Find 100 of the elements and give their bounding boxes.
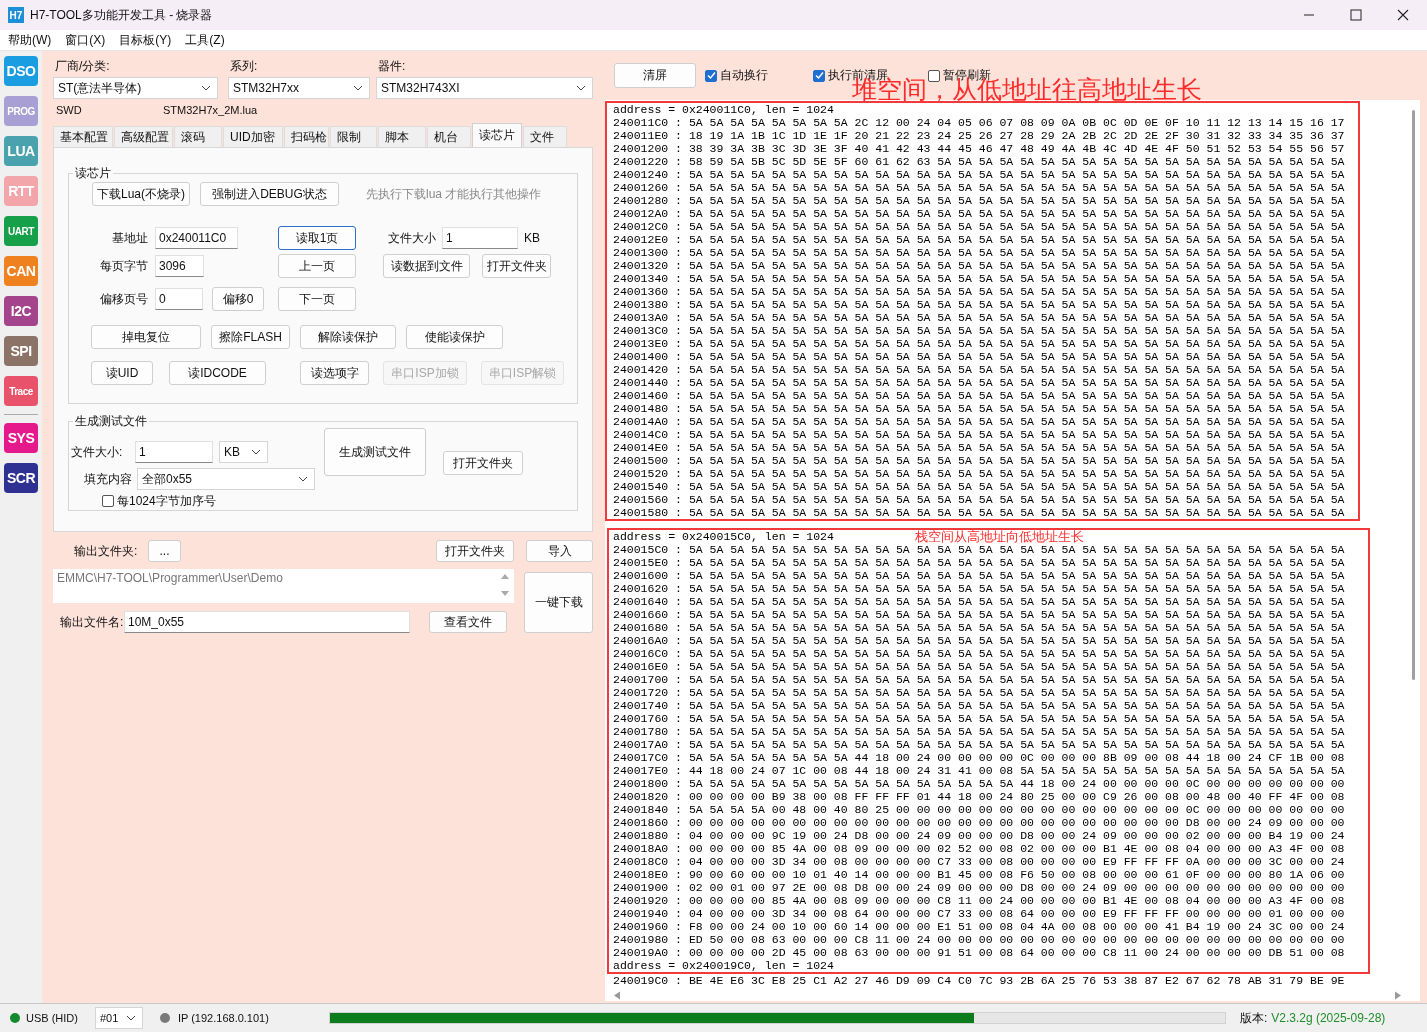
button[interactable]: 下一页 — [278, 287, 356, 311]
tab[interactable]: 滚码 — [174, 126, 222, 147]
caret-icon — [201, 85, 211, 91]
browse-button[interactable]: ... — [148, 540, 181, 562]
hex-line: 24001660 : 5A 5A 5A 5A 5A 5A 5A 5A 5A 5A 5A 5A 5A 5A 5A 5A 5A 5A 5A 5A 5A 5A 5A 5A 5A 5A 5A 5A 5A 5A 5A 5A — [612, 608, 1345, 621]
hint-text: 先执行下载lua 才能执行其他操作 — [366, 185, 543, 203]
button[interactable]: 读IDCODE — [169, 361, 266, 385]
tab[interactable]: 机台 — [427, 126, 471, 147]
generate-button[interactable]: 生成测试文件 — [324, 428, 426, 476]
scrollbar-thumb[interactable] — [1412, 110, 1415, 680]
clear-button[interactable]: 清屏 — [614, 63, 696, 88]
caret-icon — [251, 449, 261, 455]
scroll-left-icon[interactable] — [613, 990, 621, 1000]
sidebar-button[interactable]: SPI — [4, 336, 38, 366]
button[interactable]: 掉电复位 — [91, 325, 201, 349]
import-button[interactable]: 导入 — [526, 540, 593, 562]
menu-item[interactable]: 工具(Z) — [185, 31, 225, 49]
menu-item[interactable]: 窗口(X) — [65, 31, 106, 49]
dropdown[interactable]: ST(意法半导体) — [53, 77, 218, 99]
hex-line: 24001640 : 5A 5A 5A 5A 5A 5A 5A 5A 5A 5A 5A 5A 5A 5A 5A 5A 5A 5A 5A 5A 5A 5A 5A 5A 5A 5A 5A 5A 5A 5A 5A 5A — [612, 595, 1345, 608]
hex-line: 24001680 : 5A 5A 5A 5A 5A 5A 5A 5A 5A 5A 5A 5A 5A 5A 5A 5A 5A 5A 5A 5A 5A 5A 5A 5A 5A 5A 5A 5A 5A 5A 5A 5A — [612, 621, 1345, 634]
text-field[interactable]: 0 — [155, 288, 203, 310]
maximize-icon[interactable] — [1350, 9, 1362, 21]
sidebar-button[interactable]: SCR — [4, 463, 38, 493]
hex-line: 24001940 : 04 00 00 00 3D 34 00 08 64 00 00 00 C7 33 00 08 64 00 00 00 E9 FF FF FF 00 00 00 00 01 00 00 00 — [612, 907, 1345, 920]
text-field[interactable]: 0x240011C0 — [155, 227, 238, 249]
tab[interactable]: UID加密 — [223, 126, 283, 147]
button[interactable]: 解除读保护 — [300, 325, 396, 349]
field-label: 文件大小: — [70, 443, 124, 461]
checkbox[interactable] — [813, 69, 825, 82]
download-button[interactable]: 一键下载 — [524, 572, 593, 633]
hex-line: 240017E0 : 44 18 00 24 07 1C 00 08 44 18 00 24 31 41 00 08 5A 5A 5A 5A 5A 5A 5A 5A 5A 5A 5A 5A 5A 5A 5A 5A — [612, 764, 1345, 777]
sidebar-button[interactable]: I2C — [4, 296, 38, 326]
button[interactable]: 读选项字 — [300, 361, 369, 385]
caret-icon — [576, 85, 586, 91]
menu-item[interactable]: 目标板(Y) — [119, 31, 172, 49]
checkbox-label: 自动换行 — [720, 67, 768, 84]
hex-line: 24001780 : 5A 5A 5A 5A 5A 5A 5A 5A 5A 5A 5A 5A 5A 5A 5A 5A 5A 5A 5A 5A 5A 5A 5A 5A 5A 5A 5A 5A 5A 5A 5A 5A — [612, 725, 1345, 738]
caret-icon — [298, 476, 308, 482]
hex-line: 24001700 : 5A 5A 5A 5A 5A 5A 5A 5A 5A 5A 5A 5A 5A 5A 5A 5A 5A 5A 5A 5A 5A 5A 5A 5A 5A 5A 5A 5A 5A 5A 5A 5A — [612, 673, 1345, 686]
view-file-button[interactable]: 查看文件 — [429, 611, 507, 633]
hex-line: 240014C0 : 5A 5A 5A 5A 5A 5A 5A 5A 5A 5A 5A 5A 5A 5A 5A 5A 5A 5A 5A 5A 5A 5A 5A 5A 5A 5A 5A 5A 5A 5A 5A 5A — [612, 428, 1345, 441]
hex-line: 24001460 : 5A 5A 5A 5A 5A 5A 5A 5A 5A 5A 5A 5A 5A 5A 5A 5A 5A 5A 5A 5A 5A 5A 5A 5A 5A 5A 5A 5A 5A 5A 5A 5A — [612, 389, 1345, 402]
menu-item[interactable]: 帮助(W) — [8, 31, 52, 49]
button[interactable]: 使能读保护 — [406, 325, 503, 349]
hex-line: 240019A0 : 00 00 00 00 2D 45 00 08 63 00 00 00 91 51 00 08 64 00 00 00 C8 11 00 24 00 00 00 00 DB 51 00 08 — [612, 946, 1345, 959]
path-field[interactable]: EMMC\H7-TOOL\Programmer\User\Demo — [53, 569, 514, 603]
dropdown[interactable]: KB — [219, 441, 268, 463]
sidebar-button[interactable]: SYS — [4, 423, 38, 453]
close-icon[interactable] — [1397, 9, 1409, 21]
button[interactable]: 打开文件夹 — [482, 254, 551, 278]
tab[interactable]: 基本配置 — [53, 126, 113, 147]
dropdown[interactable]: STM32H7xx — [228, 77, 370, 99]
text-field[interactable]: 1 — [135, 441, 213, 463]
button[interactable]: 强制进入DEBUG状态 — [200, 182, 339, 206]
tab[interactable]: 扫码枪 — [284, 126, 329, 147]
checkbox-label: 每1024字节加序号 — [117, 492, 216, 510]
hex-line: 240013C0 : 5A 5A 5A 5A 5A 5A 5A 5A 5A 5A 5A 5A 5A 5A 5A 5A 5A 5A 5A 5A 5A 5A 5A 5A 5A 5A 5A 5A 5A 5A 5A 5A — [612, 324, 1345, 337]
scroll-right-icon[interactable] — [1394, 990, 1402, 1000]
checkbox[interactable] — [928, 69, 940, 82]
open-folder-button[interactable]: 打开文件夹 — [436, 540, 514, 562]
script-file-text: STM32H7x_2M.lua — [163, 104, 258, 116]
dropdown[interactable]: #01 — [94, 1007, 143, 1029]
field-label: 每页字节 — [99, 257, 148, 275]
tab[interactable]: 读芯片 — [472, 123, 522, 147]
field-label: 偏移页号 — [99, 290, 148, 308]
hex-line: 24001540 : 5A 5A 5A 5A 5A 5A 5A 5A 5A 5A 5A 5A 5A 5A 5A 5A 5A 5A 5A 5A 5A 5A 5A 5A 5A 5A 5A 5A 5A 5A 5A 5A — [612, 480, 1345, 493]
hex-line: 24001960 : F8 00 00 24 00 10 00 60 14 00 00 00 E1 51 00 08 04 4A 00 08 00 00 00 41 B4 19 00 24 3C 00 00 24 — [612, 920, 1345, 933]
tab[interactable]: 脚本 — [378, 126, 426, 147]
hex-line: 24001420 : 5A 5A 5A 5A 5A 5A 5A 5A 5A 5A 5A 5A 5A 5A 5A 5A 5A 5A 5A 5A 5A 5A 5A 5A 5A 5A 5A 5A 5A 5A 5A 5A — [612, 363, 1345, 376]
hex-line: 240016E0 : 5A 5A 5A 5A 5A 5A 5A 5A 5A 5A 5A 5A 5A 5A 5A 5A 5A 5A 5A 5A 5A 5A 5A 5A 5A 5A 5A 5A 5A 5A 5A 5A — [612, 660, 1345, 673]
tab[interactable]: 限制 — [330, 126, 377, 147]
sidebar-button[interactable]: Trace — [4, 376, 38, 406]
checkbox[interactable] — [705, 69, 717, 82]
button[interactable]: 偏移0 — [212, 287, 264, 311]
button[interactable]: 读取1页 — [278, 226, 356, 250]
hex-line: 24001720 : 5A 5A 5A 5A 5A 5A 5A 5A 5A 5A 5A 5A 5A 5A 5A 5A 5A 5A 5A 5A 5A 5A 5A 5A 5A 5A 5A 5A 5A 5A 5A 5A — [612, 686, 1345, 699]
button[interactable]: 读数据到文件 — [383, 254, 470, 278]
checkbox[interactable] — [102, 495, 114, 507]
tab[interactable]: 文件 — [523, 126, 567, 147]
text-field[interactable]: 1 — [442, 227, 518, 249]
button[interactable]: 上一页 — [278, 254, 356, 278]
hex-line: 24001880 : 04 00 00 00 9C 19 00 24 D8 00 00 24 09 00 00 00 D8 00 00 24 09 00 00 00 02 00 00 00 B4 19 00 24 — [612, 829, 1345, 842]
button[interactable]: 擦除FLASH — [211, 325, 290, 349]
caret-icon — [353, 85, 363, 91]
hex-line: 24001300 : 5A 5A 5A 5A 5A 5A 5A 5A 5A 5A 5A 5A 5A 5A 5A 5A 5A 5A 5A 5A 5A 5A 5A 5A 5A 5A 5A 5A 5A 5A 5A 5A — [612, 246, 1345, 259]
hex-line: address = 0x240015C0, len = 1024 — [612, 530, 834, 543]
hex-line: 240015E0 : 5A 5A 5A 5A 5A 5A 5A 5A 5A 5A 5A 5A 5A 5A 5A 5A 5A 5A 5A 5A 5A 5A 5A 5A 5A 5A 5A 5A 5A 5A 5A 5A — [612, 556, 1345, 569]
dropdown[interactable]: STM32H743XI — [376, 77, 593, 99]
dropdown[interactable]: 全部0x55 — [137, 468, 315, 490]
button[interactable]: 读UID — [91, 361, 153, 385]
hex-line: 24001800 : 5A 5A 5A 5A 5A 5A 5A 5A 5A 5A 5A 5A 5A 5A 5A 5A 44 18 00 24 00 00 00 00 0C 00 00 00 00 00 00 00 — [612, 777, 1345, 790]
text-field[interactable]: 3096 — [155, 255, 204, 277]
hex-line: 24001980 : ED 50 00 08 63 00 00 00 C8 11 00 24 00 00 00 00 00 00 00 00 00 00 00 00 00 00 00 00 00 00 00 00 — [612, 933, 1345, 946]
button[interactable]: 下载Lua(不烧录) — [92, 182, 190, 206]
open-folder-button[interactable]: 打开文件夹 — [443, 451, 523, 475]
hex-line: 24001360 : 5A 5A 5A 5A 5A 5A 5A 5A 5A 5A 5A 5A 5A 5A 5A 5A 5A 5A 5A 5A 5A 5A 5A 5A 5A 5A 5A 5A 5A 5A 5A 5A — [612, 285, 1345, 298]
text-field[interactable]: 10M_0x55 — [124, 611, 410, 633]
tab[interactable]: 高级配置 — [114, 126, 173, 147]
hex-line: 240016C0 : 5A 5A 5A 5A 5A 5A 5A 5A 5A 5A 5A 5A 5A 5A 5A 5A 5A 5A 5A 5A 5A 5A 5A 5A 5A 5A 5A 5A 5A 5A 5A 5A — [612, 647, 1345, 660]
